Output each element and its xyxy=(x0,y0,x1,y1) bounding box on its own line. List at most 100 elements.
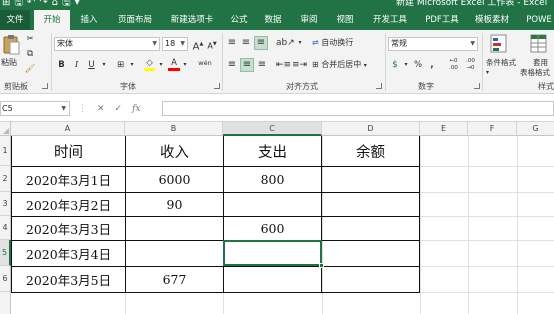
percent-format-button[interactable]: % xyxy=(413,58,423,72)
tab-view[interactable]: 视图 xyxy=(330,10,360,30)
cell-c2[interactable]: 800 xyxy=(224,167,321,192)
cell-c1[interactable]: 支出 xyxy=(224,137,321,166)
cell-a3[interactable]: 2020年3月2日 xyxy=(12,193,125,216)
alignment-launcher-icon[interactable] xyxy=(376,83,382,89)
orientation-icon[interactable]: ab↗ xyxy=(276,36,295,50)
conditional-formatting-icon[interactable] xyxy=(490,33,508,55)
phonetic-guide-button[interactable]: wén xyxy=(196,56,214,70)
row-header-5[interactable]: 5 xyxy=(0,240,11,266)
fill-color-icon[interactable]: ◇ xyxy=(143,56,156,71)
merge-center-button[interactable]: ⊞ 合并后居中 ▾ xyxy=(312,58,367,72)
redo-icon[interactable]: ↷ xyxy=(39,0,47,9)
font-size-select[interactable]: 18 ▼ xyxy=(162,37,188,51)
tab-home[interactable]: 开始 xyxy=(34,10,70,30)
tab-insert[interactable]: 插入 xyxy=(72,10,106,30)
tab-review[interactable]: 审阅 xyxy=(294,10,324,30)
column-header-b[interactable]: B xyxy=(125,122,223,136)
font-color-icon[interactable]: A xyxy=(168,56,180,71)
chevron-down-icon[interactable]: ▾ xyxy=(181,58,189,72)
name-box[interactable]: C5 ▼ xyxy=(0,101,70,116)
cell-b2[interactable]: 6000 xyxy=(126,167,223,192)
row-header-6[interactable]: 6 xyxy=(0,266,11,292)
cell-c4[interactable]: 600 xyxy=(224,217,321,240)
decrease-indent-icon[interactable]: ⇤≡ xyxy=(276,58,291,72)
cell-b5[interactable] xyxy=(126,241,223,266)
cell-a5[interactable]: 2020年3月4日 xyxy=(12,241,125,266)
column-header-c[interactable]: C xyxy=(223,122,322,136)
cell-a2[interactable]: 2020年3月1日 xyxy=(12,167,125,192)
cell-a1[interactable]: 时间 xyxy=(12,137,125,166)
column-header-f[interactable]: F xyxy=(468,122,517,136)
number-format-select[interactable]: 常规 ▼ xyxy=(388,37,478,51)
cell-b6[interactable]: 677 xyxy=(126,267,223,292)
cell-b4[interactable] xyxy=(126,217,223,240)
chevron-down-icon[interactable]: ▾ xyxy=(100,58,108,72)
bold-button[interactable]: B xyxy=(56,58,67,72)
currency-format-button[interactable]: $ xyxy=(388,58,402,72)
chevron-down-icon[interactable]: ▾ xyxy=(128,58,136,72)
customize-qat-icon[interactable]: ▾ xyxy=(75,0,80,9)
cell-d6[interactable] xyxy=(322,267,419,292)
cell-c3[interactable] xyxy=(224,193,321,216)
insert-function-icon[interactable]: fx xyxy=(132,104,140,114)
home-icon[interactable]: ⌂ xyxy=(52,0,58,9)
tab-developer[interactable]: 开发工具 xyxy=(368,10,412,30)
tab-templates[interactable]: 模板素材 xyxy=(470,10,514,30)
tab-pdf-tools[interactable]: PDF工具 xyxy=(422,10,462,30)
cell-d4[interactable] xyxy=(322,217,419,240)
align-top-icon[interactable]: ≡ xyxy=(226,36,238,50)
cell-c6[interactable] xyxy=(224,267,321,292)
chevron-down-icon[interactable]: ▾ xyxy=(402,58,410,72)
copy-icon[interactable]: ⧉ xyxy=(24,47,36,61)
wrap-text-button[interactable]: ⇌ 自动换行 xyxy=(312,36,353,50)
column-header-e[interactable]: E xyxy=(420,122,468,136)
chevron-down-icon[interactable]: ▾ xyxy=(157,58,165,72)
underline-button[interactable]: U xyxy=(86,58,97,72)
increase-decimal-button[interactable]: ←0 .00 xyxy=(446,58,461,72)
print-preview-icon[interactable]: 🖫 xyxy=(62,0,71,9)
formula-input[interactable] xyxy=(162,101,554,116)
undo-icon[interactable]: ↶ xyxy=(27,0,35,9)
cell-b1[interactable]: 收入 xyxy=(126,137,223,166)
grow-font-button[interactable]: A▲ xyxy=(192,37,204,52)
chevron-down-icon[interactable]: ▾ xyxy=(296,36,304,50)
tab-new-tab[interactable]: 新建选项卡 xyxy=(164,10,220,30)
cell-d5[interactable] xyxy=(322,241,419,266)
tab-file[interactable]: 文件 xyxy=(0,10,30,30)
paste-button-label[interactable]: 粘贴 xyxy=(1,56,17,70)
number-launcher-icon[interactable] xyxy=(474,83,480,89)
cancel-icon[interactable]: ✕ xyxy=(97,104,105,114)
row-header-3[interactable]: 3 xyxy=(0,192,11,216)
cut-icon[interactable]: ✂ xyxy=(24,32,36,46)
cell-a4[interactable]: 2020年3月3日 xyxy=(12,217,125,240)
row-header-7[interactable] xyxy=(0,292,11,314)
font-launcher-icon[interactable] xyxy=(214,83,220,89)
align-middle-icon[interactable]: ≡ xyxy=(240,36,252,50)
tab-power[interactable]: POWE xyxy=(524,10,554,30)
align-center-icon[interactable]: ≡ xyxy=(240,58,254,72)
align-bottom-icon[interactable]: ≡ xyxy=(254,36,268,50)
font-name-select[interactable]: 宋体 ▼ xyxy=(54,37,160,51)
save-icon[interactable]: 🖫 xyxy=(14,0,23,9)
tab-page-layout[interactable]: 页面布局 xyxy=(110,10,160,30)
align-left-icon[interactable]: ≡ xyxy=(226,58,238,72)
column-header-a[interactable]: A xyxy=(11,122,125,136)
row-header-4[interactable]: 4 xyxy=(0,216,11,240)
column-header-g[interactable]: G xyxy=(517,122,554,136)
enter-icon[interactable]: ✓ xyxy=(115,104,123,114)
comma-format-button[interactable]: , xyxy=(428,58,436,72)
shrink-font-button[interactable]: A▼ xyxy=(206,37,218,51)
cell-a6[interactable]: 2020年3月5日 xyxy=(12,267,125,292)
format-as-table-icon[interactable] xyxy=(530,33,548,55)
cell-d1[interactable]: 余额 xyxy=(322,137,419,166)
cell-b3[interactable]: 90 xyxy=(126,193,223,216)
format-as-table-label-line2[interactable]: 表格格式 xyxy=(520,66,550,80)
clipboard-launcher-icon[interactable] xyxy=(42,83,48,89)
chevron-down-icon[interactable]: ▾ xyxy=(486,66,489,80)
tab-data[interactable]: 数据 xyxy=(258,10,288,30)
decrease-decimal-button[interactable]: .00 →0 xyxy=(463,58,478,72)
active-cell-selection[interactable] xyxy=(223,240,322,266)
italic-button[interactable]: I xyxy=(71,58,82,72)
tab-formulas[interactable]: 公式 xyxy=(224,10,254,30)
fill-handle[interactable] xyxy=(319,263,324,268)
